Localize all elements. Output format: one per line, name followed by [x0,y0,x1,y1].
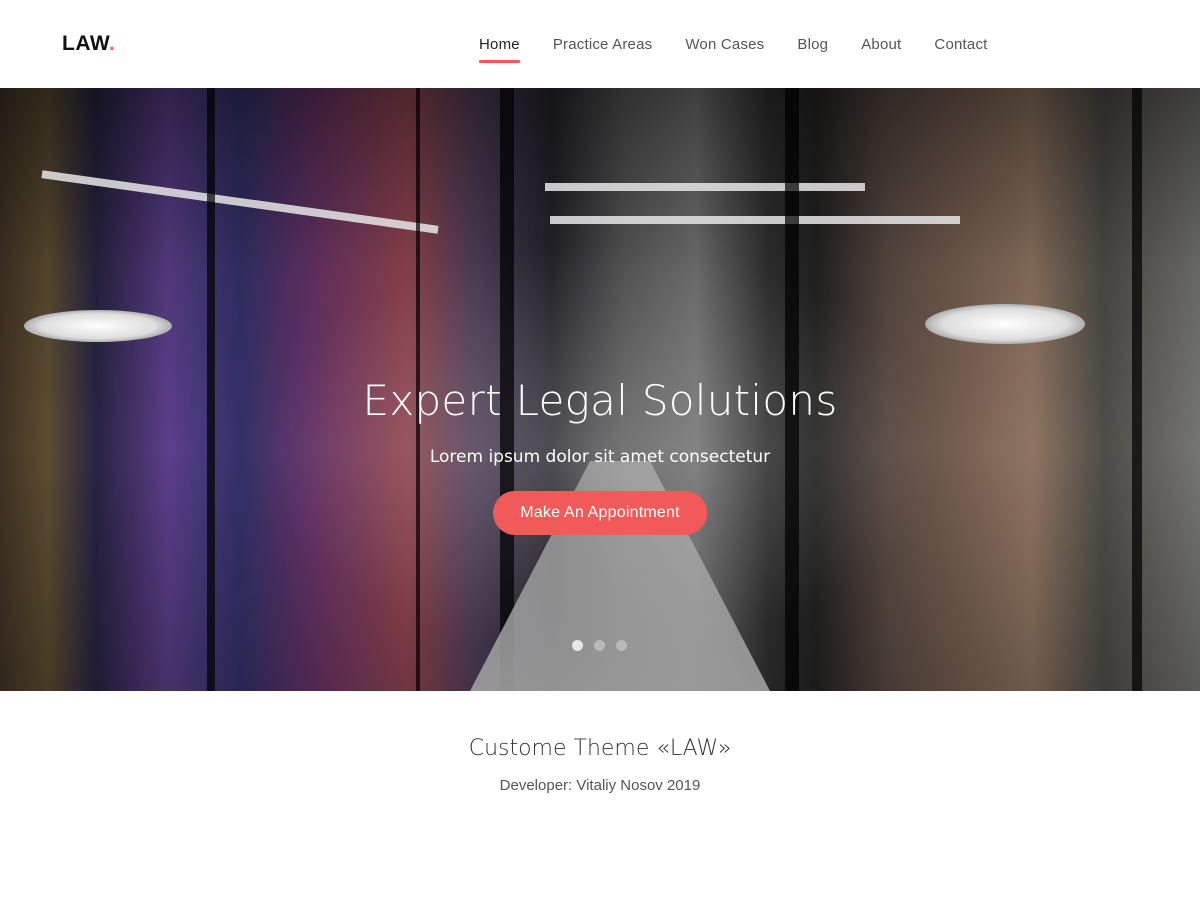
developer-credit: Developer: Vitaliy Nosov 2019 [499,777,701,794]
nav-item-practice-areas[interactable]: Practice Areas [553,36,653,53]
nav-item-blog[interactable]: Blog [797,36,828,53]
logo-dot: . [109,32,116,55]
ceiling-light-bar [550,216,960,224]
ceiling-light-bar [41,170,439,234]
hero-slider: Expert Legal Solutions Lorem ipsum dolor… [0,88,1200,691]
nav-item-won-cases[interactable]: Won Cases [685,36,764,53]
nav-item-home[interactable]: Home [479,36,520,63]
theme-title: Custome Theme «LAW» [468,736,732,761]
main-nav: Home Practice Areas Won Cases Blog About… [479,36,1021,63]
logo-text: LAW [62,32,109,55]
ceiling-lamp [925,304,1085,344]
slider-dot-2[interactable] [594,640,605,651]
make-appointment-button[interactable]: Make An Appointment [493,491,707,535]
slider-dots [572,640,627,651]
slider-dot-3[interactable] [616,640,627,651]
hero-content: Expert Legal Solutions Lorem ipsum dolor… [0,376,1200,535]
site-header: LAW. Home Practice Areas Won Cases Blog … [0,0,1200,88]
nav-item-contact[interactable]: Contact [934,36,987,53]
hero-title: Expert Legal Solutions [362,376,838,425]
logo[interactable]: LAW. [62,32,115,56]
theme-info: Custome Theme «LAW» Developer: Vitaliy N… [0,691,1200,900]
ceiling-light-bar [545,183,865,191]
nav-item-about[interactable]: About [861,36,901,53]
slider-dot-1[interactable] [572,640,583,651]
ceiling-lamp [24,310,172,342]
hero-subtitle: Lorem ipsum dolor sit amet consectetur [429,447,771,467]
